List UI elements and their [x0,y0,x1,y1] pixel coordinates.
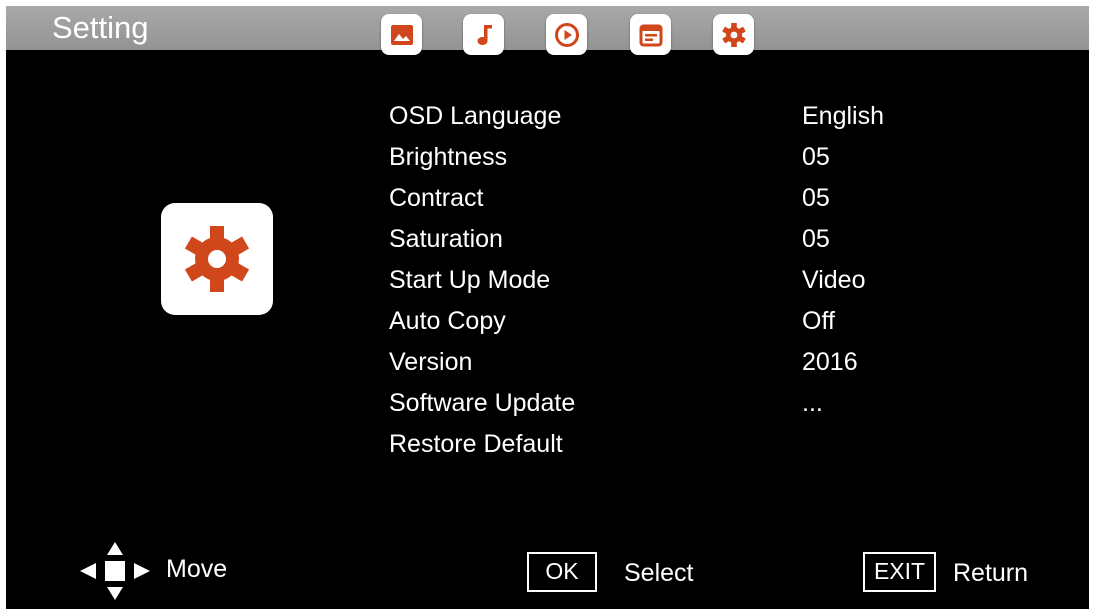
tab-video[interactable] [546,14,587,55]
tab-settings[interactable] [713,14,754,55]
setting-value: Video [802,266,866,294]
gear-icon [184,226,250,292]
return-hint: Return [953,559,1029,587]
tab-music[interactable] [463,14,504,55]
setting-row-contract[interactable]: Contract 05 [389,178,949,219]
top-bar: Setting [6,6,1089,55]
gear-icon [721,22,746,47]
setting-label: Restore Default [389,430,563,458]
setting-value: English [802,102,884,130]
photo-icon [390,24,413,45]
setting-label: OSD Language [389,102,562,130]
setting-label: Contract [389,184,484,212]
play-circle-icon [554,22,579,47]
setting-value: 05 [802,143,830,171]
setting-row-brightness[interactable]: Brightness 05 [389,137,949,178]
setting-label: Auto Copy [389,307,506,335]
setting-label: Start Up Mode [389,266,551,294]
setting-row-restore-default[interactable]: Restore Default [389,424,949,465]
tab-calendar[interactable] [630,14,671,55]
setting-row-software-update[interactable]: Software Update ... [389,383,949,424]
setting-row-version[interactable]: Version 2016 [389,342,949,383]
setting-row-start-up-mode[interactable]: Start Up Mode Video [389,260,949,301]
exit-key[interactable]: EXIT [863,552,936,592]
section-icon [161,203,273,315]
setting-value: 05 [802,225,830,253]
setting-label: Version [389,348,473,376]
setting-label: Software Update [389,389,576,417]
setting-value: Off [802,307,835,335]
setting-row-saturation[interactable]: Saturation 05 [389,219,949,260]
setting-row-osd-language[interactable]: OSD Language English [389,96,949,137]
calendar-icon [639,24,662,46]
setting-value: 05 [802,184,830,212]
setting-value: ... [802,389,823,417]
dpad-arrows-icon [80,542,150,600]
ok-key[interactable]: OK [527,552,597,592]
setting-label: Saturation [389,225,503,253]
select-hint: Select [624,559,694,587]
settings-screen: Setting OSD Language English Brightness … [6,6,1089,609]
setting-row-auto-copy[interactable]: Auto Copy Off [389,301,949,342]
page-title: Setting [52,10,149,45]
music-note-icon [477,24,492,45]
setting-label: Brightness [389,143,508,171]
tab-photo[interactable] [381,14,422,55]
move-hint: Move [166,555,228,583]
settings-list: OSD Language English Brightness 05 Contr… [389,96,949,465]
setting-value: 2016 [802,348,858,376]
